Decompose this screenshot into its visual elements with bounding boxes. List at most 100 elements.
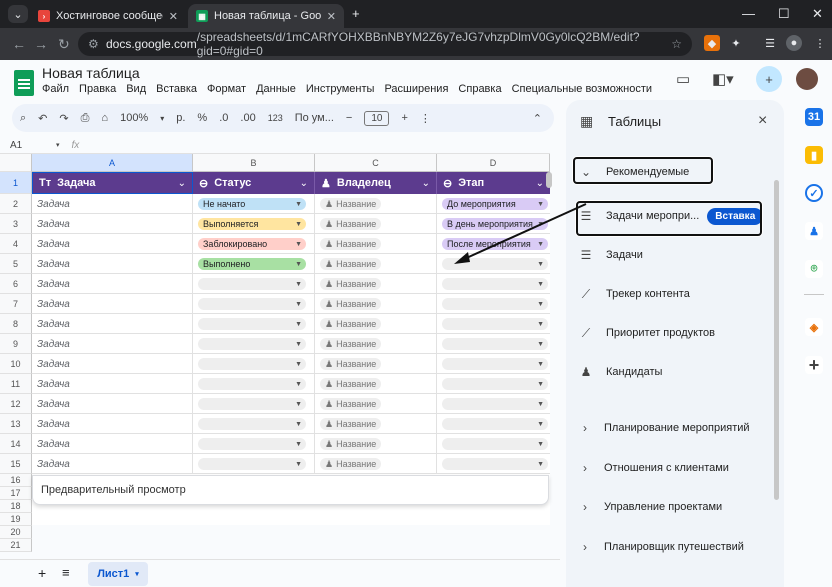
stage-chip[interactable]: ▼ xyxy=(442,418,548,430)
name-box[interactable]: A1 xyxy=(10,140,56,151)
status-chip[interactable]: ▼ xyxy=(198,378,306,390)
owner-chip[interactable]: ♟ Название xyxy=(320,378,382,390)
status-chip[interactable]: ▼ xyxy=(198,298,306,310)
status-cell[interactable]: Выполняется ▼ xyxy=(193,214,315,234)
stage-cell[interactable]: ▼ xyxy=(437,374,550,394)
row-header[interactable]: 13 xyxy=(0,414,32,434)
row-header[interactable]: 15 xyxy=(0,454,32,474)
task-cell[interactable]: Задача xyxy=(32,414,193,434)
status-cell[interactable]: ▼ xyxy=(193,274,315,294)
tab-sheets[interactable]: ▦ Новая таблица - Google Табли ✕ xyxy=(188,4,344,28)
menu-accessibility[interactable]: Специальные возможности xyxy=(512,83,652,95)
owner-chip[interactable]: ♟ Название xyxy=(320,338,382,350)
row-header[interactable]: 6 xyxy=(0,274,32,294)
stage-chip[interactable]: ▼ xyxy=(442,278,548,290)
task-cell[interactable]: Задача xyxy=(32,434,193,454)
menu-format[interactable]: Формат xyxy=(207,83,246,95)
reading-list-icon[interactable]: ☰ xyxy=(762,35,778,51)
font-size-input[interactable]: 10 xyxy=(364,110,390,126)
get-addons-icon[interactable]: + xyxy=(805,355,823,375)
template-item-content-tracker[interactable]: ⟋ Трекер контента xyxy=(566,282,776,306)
chevron-down-icon[interactable]: ▾ xyxy=(135,570,139,578)
section-project-management[interactable]: › Управление проектами xyxy=(566,495,776,519)
task-cell[interactable]: Задача xyxy=(32,354,193,374)
menu-edit[interactable]: Правка xyxy=(79,83,116,95)
stage-cell[interactable]: ▼ xyxy=(437,454,550,474)
section-travel-planner[interactable]: › Планировщик путешествий xyxy=(566,535,776,559)
number-format-button[interactable]: 123 xyxy=(268,113,283,123)
menu-data[interactable]: Данные xyxy=(256,83,296,95)
paint-format-icon[interactable]: ⌂ xyxy=(101,112,108,124)
status-cell[interactable]: Не начато ▼ xyxy=(193,194,315,214)
owner-cell[interactable]: ♟ Название xyxy=(315,194,437,214)
column-header-a[interactable]: A xyxy=(32,154,193,172)
task-cell[interactable]: Задача xyxy=(32,314,193,334)
status-chip[interactable]: ▼ xyxy=(198,318,306,330)
close-window-button[interactable]: ✕ xyxy=(812,6,823,22)
row-header[interactable]: 2 xyxy=(0,194,32,214)
all-sheets-button[interactable]: ≡ xyxy=(62,565,70,580)
url-field[interactable]: ⚙ docs.google.com/spreadsheets/d/1mCARfY… xyxy=(78,30,692,58)
owner-chip[interactable]: ♟ Название xyxy=(320,198,382,210)
menu-insert[interactable]: Вставка xyxy=(156,83,197,95)
status-cell[interactable]: Выполнено ▼ xyxy=(193,254,315,274)
sheet-tab-active[interactable]: Лист1 ▾ xyxy=(88,562,148,586)
status-chip[interactable]: Выполняется ▼ xyxy=(198,218,306,230)
row-header[interactable]: 21 xyxy=(0,539,32,552)
share-icon[interactable]: + xyxy=(756,66,782,92)
site-info-icon[interactable]: ⚙ xyxy=(88,37,99,51)
close-panel-icon[interactable]: × xyxy=(758,112,767,130)
owner-cell[interactable]: ♟ Название xyxy=(315,434,437,454)
status-cell[interactable]: ▼ xyxy=(193,354,315,374)
currency-format-button[interactable]: р. xyxy=(176,112,185,124)
stage-cell[interactable]: ▼ xyxy=(437,354,550,374)
more-options-icon[interactable]: ⋮ xyxy=(420,112,431,125)
row-header[interactable]: 18 xyxy=(0,500,32,513)
row-header[interactable]: 5 xyxy=(0,254,32,274)
template-item-tasks[interactable]: ☰ Задачи xyxy=(566,243,776,267)
header-cell-owner[interactable]: ♟ Владелец ⌄ xyxy=(315,172,437,194)
add-sheet-button[interactable]: + xyxy=(38,565,46,581)
chevron-down-icon[interactable]: ▾ xyxy=(160,114,164,123)
section-event-planning[interactable]: › Планирование мероприятий xyxy=(566,416,776,440)
sheets-logo-icon[interactable] xyxy=(14,70,34,96)
owner-cell[interactable]: ♟ Название xyxy=(315,234,437,254)
task-cell[interactable]: Задача xyxy=(32,374,193,394)
undo-icon[interactable]: ↶ xyxy=(38,112,47,125)
status-chip[interactable]: ▼ xyxy=(198,418,306,430)
font-select[interactable]: По ум... xyxy=(295,112,334,124)
task-cell[interactable]: Задача xyxy=(32,274,193,294)
menu-extensions[interactable]: Расширения xyxy=(384,83,448,95)
chevron-down-icon[interactable]: ⌄ xyxy=(300,178,308,189)
stage-chip[interactable]: ▼ xyxy=(442,438,548,450)
new-tab-button[interactable]: + xyxy=(352,6,360,21)
collapse-toolbar-icon[interactable]: ⌃ xyxy=(533,112,542,125)
user-avatar[interactable] xyxy=(796,68,818,90)
maps-icon[interactable]: ⌾ xyxy=(805,260,823,278)
row-header[interactable]: 8 xyxy=(0,314,32,334)
status-chip[interactable]: Выполнено ▼ xyxy=(198,258,306,270)
owner-chip[interactable]: ♟ Название xyxy=(320,278,382,290)
template-item-candidates[interactable]: ♟ Кандидаты xyxy=(566,360,776,384)
owner-chip[interactable]: ♟ Название xyxy=(320,418,382,430)
row-header[interactable]: 12 xyxy=(0,394,32,414)
row-header[interactable]: 11 xyxy=(0,374,32,394)
status-chip[interactable]: ▼ xyxy=(198,358,306,370)
comments-icon[interactable]: ▭ xyxy=(676,70,690,88)
search-menus-icon[interactable]: ⌕ xyxy=(20,112,26,125)
menu-view[interactable]: Вид xyxy=(126,83,146,95)
status-chip[interactable]: ▼ xyxy=(198,458,306,470)
owner-chip[interactable]: ♟ Название xyxy=(320,358,382,370)
header-cell-status[interactable]: ⊖ Статус ⌄ xyxy=(193,172,315,194)
status-cell[interactable]: ▼ xyxy=(193,394,315,414)
keep-icon[interactable]: ▮ xyxy=(805,146,823,164)
tab-search-button[interactable]: ⌄ xyxy=(8,5,28,23)
extension-icon[interactable]: ✦ xyxy=(728,35,744,51)
chevron-down-icon[interactable]: ⌄ xyxy=(422,178,430,189)
owner-chip[interactable]: ♟ Название xyxy=(320,298,382,310)
back-icon[interactable]: ← xyxy=(12,36,26,52)
select-all-corner[interactable] xyxy=(0,154,32,172)
owner-chip[interactable]: ♟ Название xyxy=(320,318,382,330)
menu-file[interactable]: Файл xyxy=(42,83,69,95)
tab-hosting[interactable]: › Хостинговое сообщество «Tim ✕ xyxy=(30,4,186,28)
